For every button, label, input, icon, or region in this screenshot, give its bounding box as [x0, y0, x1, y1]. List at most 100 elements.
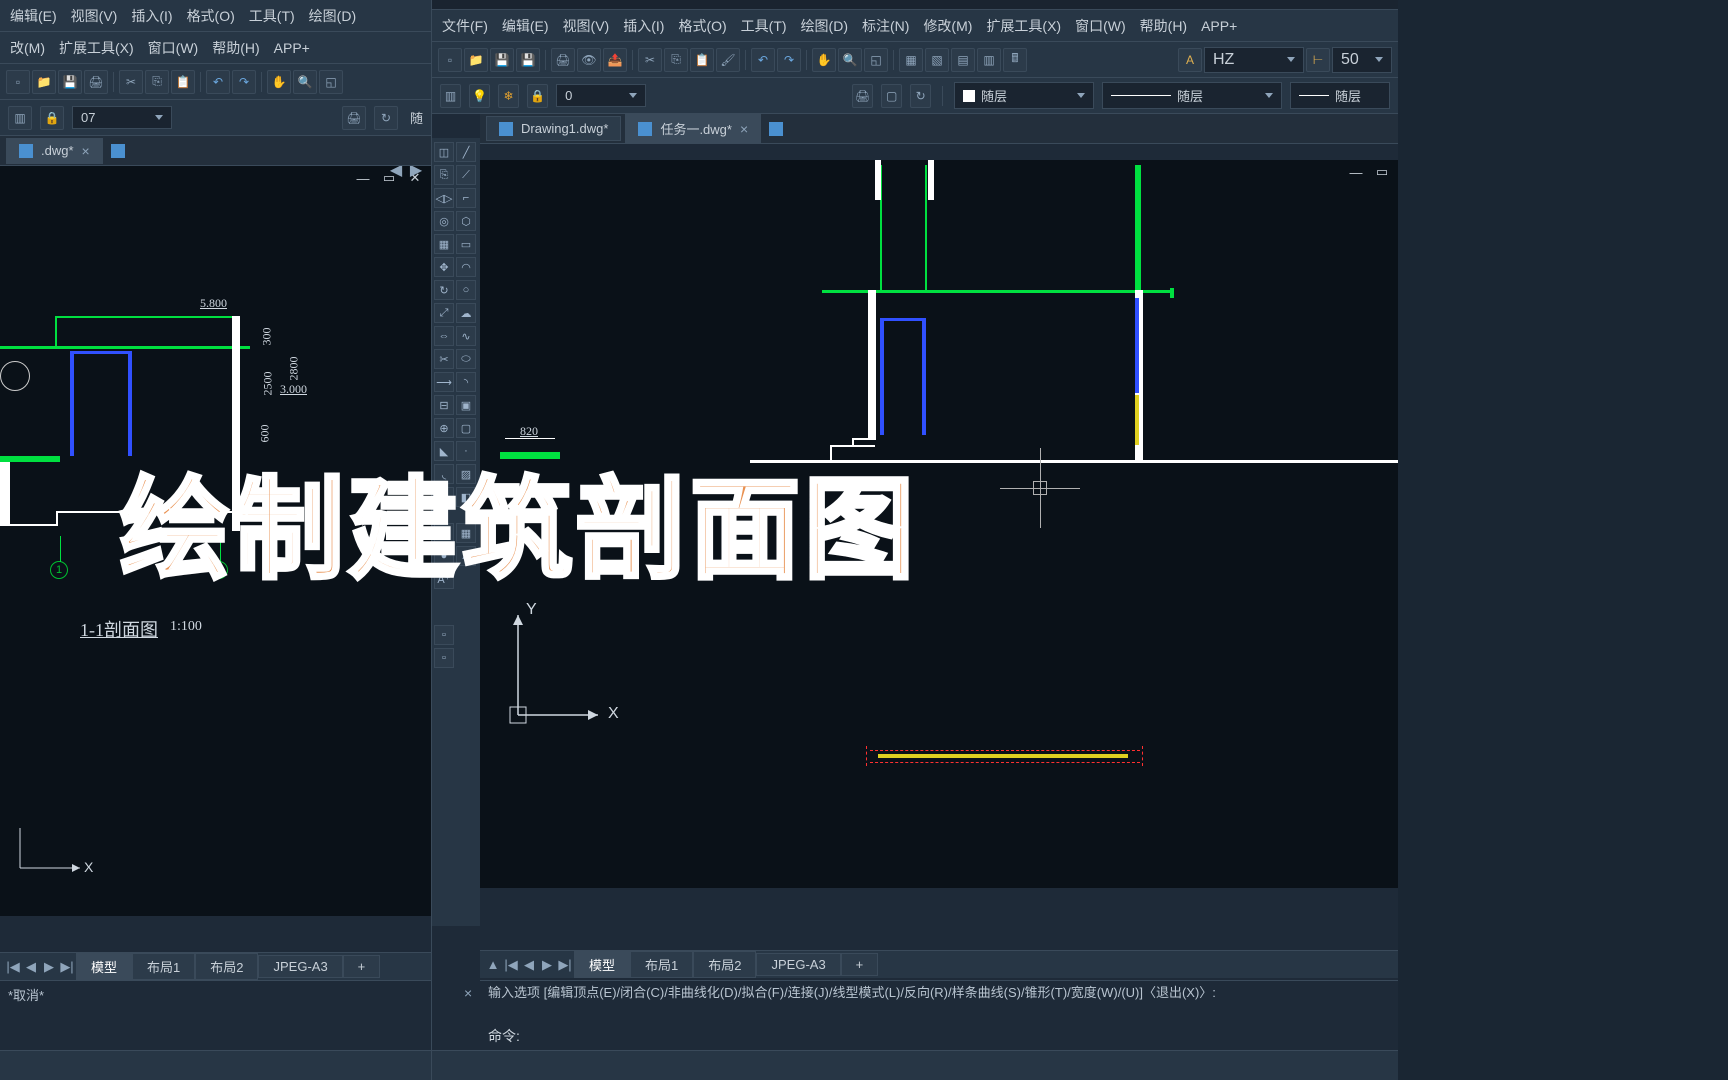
circle-icon[interactable]: ○: [456, 280, 476, 300]
menu-help[interactable]: 帮助(H): [1136, 14, 1191, 38]
print-icon[interactable]: 🖨: [551, 48, 575, 72]
offset-icon[interactable]: ◎: [434, 211, 454, 231]
line-icon[interactable]: ╱: [456, 142, 476, 162]
tab-next-icon[interactable]: ▶: [538, 955, 556, 975]
menu-draw[interactable]: 绘图(D): [305, 4, 360, 28]
tab-first-icon[interactable]: |◀: [502, 955, 520, 975]
ellipse-icon[interactable]: ⬭: [456, 349, 476, 369]
pan-icon[interactable]: ✋: [267, 70, 291, 94]
text-style-icon[interactable]: A: [1178, 48, 1202, 72]
polygon-icon[interactable]: ⬡: [456, 211, 476, 231]
tab-last-icon[interactable]: ▶|: [58, 957, 76, 977]
tab-add[interactable]: +: [343, 955, 381, 978]
zoom-icon[interactable]: 🔍: [293, 70, 317, 94]
redo-icon[interactable]: ↷: [777, 48, 801, 72]
pan-icon[interactable]: ✋: [812, 48, 836, 72]
tab-jpeg[interactable]: JPEG-A3: [756, 953, 840, 976]
close-icon[interactable]: ×: [82, 143, 90, 159]
layer-props-icon[interactable]: ▥: [8, 106, 32, 130]
nav-right-icon[interactable]: ▶: [407, 166, 425, 180]
new-tab-button[interactable]: [765, 118, 787, 140]
undo-icon[interactable]: ↶: [751, 48, 775, 72]
menu-edit[interactable]: 编辑(E): [6, 4, 61, 28]
revcloud-icon[interactable]: ☁: [456, 303, 476, 323]
menu-view[interactable]: 视图(V): [559, 14, 614, 38]
nav-left-icon[interactable]: ◀: [387, 166, 405, 180]
tab-prev-icon[interactable]: ◀: [22, 957, 40, 977]
print-icon2[interactable]: 🖨: [342, 106, 366, 130]
doc-tab[interactable]: .dwg* ×: [6, 138, 103, 164]
dim-style-icon[interactable]: ⊢: [1306, 48, 1330, 72]
array-icon[interactable]: ▦: [434, 234, 454, 254]
saveas-icon[interactable]: 💾: [516, 48, 540, 72]
tab-layout2[interactable]: 布局2: [195, 953, 258, 980]
font-dropdown[interactable]: HZ: [1204, 47, 1304, 73]
copy-icon[interactable]: ⎘: [434, 165, 454, 185]
copy-icon[interactable]: ⎘: [145, 70, 169, 94]
layer-props-icon[interactable]: ▥: [440, 84, 461, 108]
layer-on-icon[interactable]: 💡: [469, 84, 490, 108]
block-icon[interactable]: ▢: [456, 418, 476, 438]
calc-icon[interactable]: 🖩: [1003, 48, 1027, 72]
menu-draw[interactable]: 绘图(D): [797, 14, 852, 38]
menu-dimension[interactable]: 标注(N): [858, 14, 913, 38]
cmd-close-icon[interactable]: ×: [464, 985, 472, 1001]
new-tab-button[interactable]: [107, 140, 129, 162]
zoom-window-icon[interactable]: ◱: [319, 70, 343, 94]
match-icon[interactable]: 🖌: [716, 48, 740, 72]
menu-modify[interactable]: 修改(M): [919, 14, 976, 38]
zoom-window-icon[interactable]: ◱: [864, 48, 888, 72]
layer-lock-icon[interactable]: 🔒: [40, 106, 64, 130]
rect-icon[interactable]: ▭: [456, 234, 476, 254]
trim-icon[interactable]: ✂: [434, 349, 454, 369]
menu-modify[interactable]: 改(M): [6, 36, 49, 60]
cmd-prompt[interactable]: 命令:: [488, 1026, 1390, 1046]
pline-icon[interactable]: ⌐: [456, 188, 476, 208]
minimize-icon[interactable]: —: [1346, 164, 1366, 180]
menu-format[interactable]: 格式(O): [674, 14, 730, 38]
menu-window[interactable]: 窗口(W): [1071, 14, 1130, 38]
save-icon[interactable]: 💾: [58, 70, 82, 94]
tab-add[interactable]: +: [841, 953, 879, 976]
copy-icon[interactable]: ⎘: [664, 48, 688, 72]
layer-cycle-icon[interactable]: ↻: [374, 106, 398, 130]
menu-window[interactable]: 窗口(W): [144, 36, 203, 60]
menu-help[interactable]: 帮助(H): [208, 36, 263, 60]
layer-freeze-icon[interactable]: ❄: [498, 84, 519, 108]
tab-model[interactable]: 模型: [574, 951, 630, 978]
design-center-icon[interactable]: ▧: [925, 48, 949, 72]
print-icon[interactable]: 🖨: [84, 70, 108, 94]
paste-icon[interactable]: 📋: [171, 70, 195, 94]
menu-insert[interactable]: 插入(I): [127, 4, 176, 28]
ellipse-arc-icon[interactable]: ◝: [456, 372, 476, 392]
right-command-area[interactable]: × 输入选项 [编辑顶点(E)/闭合(C)/非曲线化(D)/拟合(F)/连接(J…: [480, 980, 1398, 1050]
tab-next-icon[interactable]: ▶: [40, 957, 58, 977]
arc-icon[interactable]: ◠: [456, 257, 476, 277]
cut-icon[interactable]: ✂: [638, 48, 662, 72]
layer-cycle-icon[interactable]: ↻: [910, 84, 931, 108]
minimize-icon[interactable]: —: [353, 170, 373, 186]
extend-icon[interactable]: ⟶: [434, 372, 454, 392]
menu-tools[interactable]: 工具(T): [245, 4, 299, 28]
collapse-icon[interactable]: ▲: [484, 955, 502, 975]
extra1-icon[interactable]: ▫: [434, 625, 454, 645]
doc-tab-2[interactable]: 任务一.dwg* ×: [625, 114, 761, 143]
scale-icon[interactable]: ⤢: [434, 303, 454, 323]
mirror-icon[interactable]: ◁▷: [434, 188, 454, 208]
publish-icon[interactable]: 📤: [603, 48, 627, 72]
layer-lock-icon[interactable]: 🔒: [527, 84, 548, 108]
linetype-dropdown[interactable]: 随层: [1102, 82, 1282, 109]
menu-exttools[interactable]: 扩展工具(X): [55, 36, 138, 60]
stretch-icon[interactable]: ⇔: [434, 326, 454, 346]
maximize-icon[interactable]: ▭: [1372, 164, 1392, 180]
redo-icon[interactable]: ↷: [232, 70, 256, 94]
layer-dropdown[interactable]: 0: [556, 84, 646, 107]
layer-dropdown[interactable]: 07: [72, 106, 172, 129]
tab-model[interactable]: 模型: [76, 953, 132, 980]
save-icon[interactable]: 💾: [490, 48, 514, 72]
move-icon[interactable]: ✥: [434, 257, 454, 277]
left-command-area[interactable]: *取消*: [0, 980, 431, 1050]
rotate-icon[interactable]: ↻: [434, 280, 454, 300]
menu-insert[interactable]: 插入(I): [619, 14, 668, 38]
color-dropdown[interactable]: 随层: [954, 82, 1094, 109]
